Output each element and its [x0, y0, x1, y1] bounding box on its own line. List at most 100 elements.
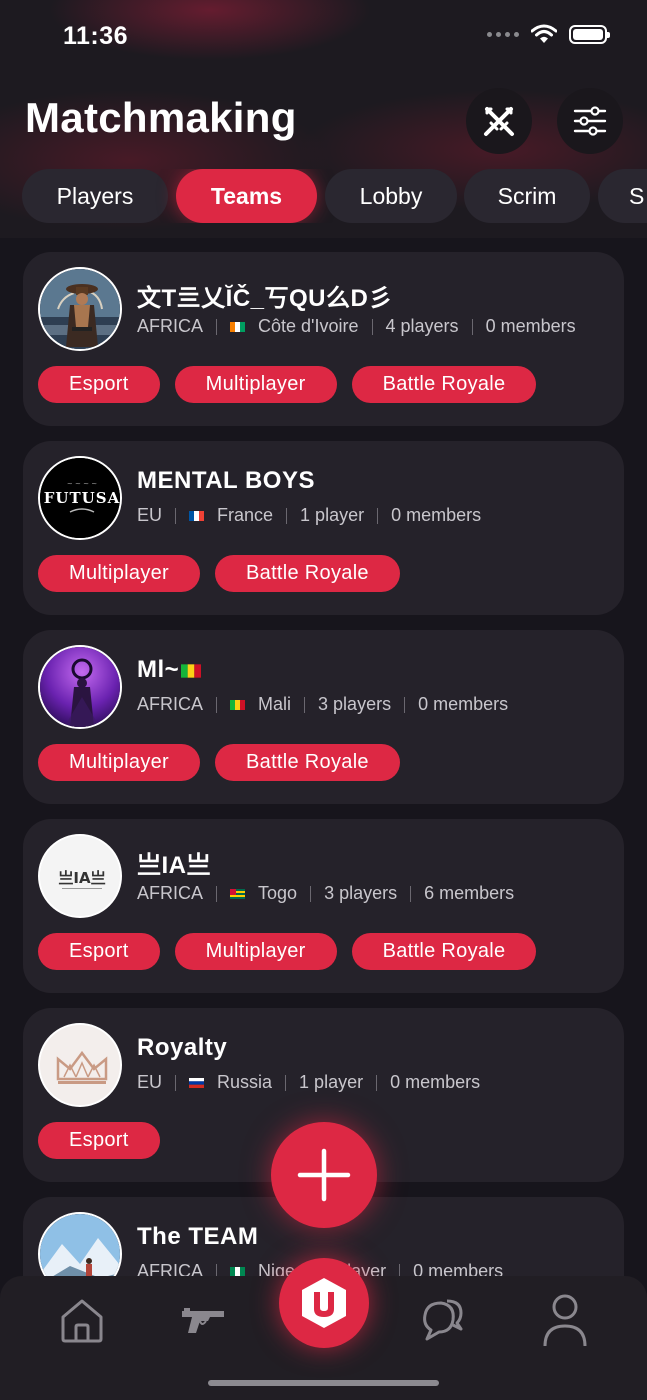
- bottom-tab-bar: [0, 1258, 647, 1400]
- team-players: 3 players: [324, 883, 398, 903]
- status-bar: 11:36: [0, 0, 647, 74]
- tag-battle-royale: Battle Royale: [351, 933, 537, 970]
- team-members: 0 members: [391, 505, 482, 525]
- team-region: EU: [137, 505, 163, 525]
- divider: [310, 885, 312, 902]
- team-avatar: ~ ~ ~ ~ FUTUSA: [38, 456, 122, 540]
- tag-multiplayer: Multiplayer: [38, 744, 200, 781]
- team-avatar: [38, 645, 122, 729]
- tabbar-chat[interactable]: [414, 1292, 470, 1348]
- flag-cote-divoire-icon: [230, 321, 246, 332]
- tabbar-app-logo[interactable]: [279, 1258, 369, 1348]
- team-card[interactable]: 亗IA亗 亗IA亗 AFRICA Togo 3 players 6 member…: [23, 819, 624, 993]
- tag-esport: Esport: [38, 933, 160, 970]
- tag-battle-royale: Battle Royale: [215, 555, 400, 592]
- flag-nigeria-icon: [230, 1266, 246, 1277]
- team-country: Russia: [217, 1072, 273, 1092]
- home-icon: [61, 1299, 103, 1343]
- flag-mali-icon: [230, 699, 246, 710]
- gun-icon: [182, 1308, 224, 1333]
- flag-mali-icon: [181, 663, 202, 678]
- tabbar-profile[interactable]: [537, 1292, 593, 1348]
- team-country: Mali: [258, 694, 292, 714]
- team-name: Royalty: [137, 1034, 228, 1061]
- tag-multiplayer: Multiplayer: [38, 555, 200, 592]
- divider: [285, 1074, 287, 1091]
- team-tags: Multiplayer Battle Royale: [38, 744, 400, 781]
- tab-teams[interactable]: Teams: [176, 169, 317, 223]
- tab-lobby[interactable]: Lobby: [325, 169, 457, 223]
- team-tags: Esport Multiplayer Battle Royale: [38, 933, 537, 970]
- category-tabs: Players Teams Lobby Scrim S: [22, 169, 647, 223]
- team-meta: AFRICA Togo 3 players 6 members: [137, 883, 514, 904]
- team-country: Togo: [258, 883, 298, 903]
- team-name: Ml~: [137, 656, 202, 684]
- divider: [404, 696, 406, 713]
- team-name: MENTAL BOYS: [137, 467, 315, 494]
- svg-text:~ ~ ~ ~: ~ ~ ~ ~: [67, 480, 97, 488]
- tag-battle-royale: Battle Royale: [215, 744, 400, 781]
- team-name: The TEAM: [137, 1223, 259, 1250]
- status-time: 11:36: [63, 22, 129, 50]
- create-team-button[interactable]: [271, 1122, 377, 1228]
- divider: [376, 1074, 378, 1091]
- divider: [371, 318, 373, 335]
- divider: [175, 1074, 177, 1091]
- flag-russia-icon: [189, 1077, 205, 1088]
- avatar-logo-text: 亗IA亗: [58, 869, 105, 887]
- team-avatar: [38, 1023, 122, 1107]
- team-members: 0 members: [390, 1072, 481, 1092]
- tag-multiplayer: Multiplayer: [174, 366, 337, 403]
- team-region: EU: [137, 1072, 163, 1092]
- team-meta: AFRICA Côte d'Ivoire 4 players 0 members: [137, 316, 576, 337]
- team-card[interactable]: 文T亖乂ĬČ_丂QU么D彡 AFRICA Côte d'Ivoire 4 pla…: [23, 252, 624, 426]
- tag-battle-royale: Battle Royale: [351, 366, 537, 403]
- divider: [410, 885, 412, 902]
- tag-esport: Esport: [38, 1122, 160, 1159]
- team-members: 0 members: [418, 694, 509, 714]
- tag-esport: Esport: [38, 366, 160, 403]
- battery-icon: [569, 24, 610, 44]
- swords-icon: [484, 107, 514, 136]
- team-tags: Esport Multiplayer Battle Royale: [38, 366, 537, 403]
- team-meta: EU Russia 1 player 0 members: [137, 1072, 480, 1093]
- divider: [216, 318, 218, 335]
- tabbar-weapons[interactable]: [175, 1292, 231, 1348]
- divider: [216, 885, 218, 902]
- team-players: 3 players: [318, 694, 392, 714]
- team-players: 1 player: [300, 505, 365, 525]
- team-players: 1 player: [299, 1072, 364, 1092]
- team-members: 0 members: [485, 316, 576, 336]
- team-avatar: 亗IA亗: [38, 834, 122, 918]
- divider: [377, 507, 379, 524]
- tab-scrim[interactable]: Scrim: [464, 169, 590, 223]
- team-card[interactable]: ~ ~ ~ ~ FUTUSA MENTAL BOYS EU France 1 p…: [23, 441, 624, 615]
- chat-bubbles-icon: [423, 1299, 463, 1341]
- signal-dots-icon: [487, 31, 519, 37]
- team-meta: EU France 1 player 0 members: [137, 505, 481, 526]
- divider: [286, 507, 288, 524]
- team-name: 文T亖乂ĬČ_丂QU么D彡: [137, 285, 393, 312]
- divider: [216, 696, 218, 713]
- team-members: 6 members: [424, 883, 515, 903]
- divider: [304, 696, 306, 713]
- swords-button[interactable]: [466, 88, 532, 154]
- team-meta: AFRICA Mali 3 players 0 members: [137, 694, 508, 715]
- team-region: AFRICA: [137, 694, 204, 714]
- team-avatar: [38, 267, 122, 351]
- team-name: 亗IA亗: [137, 852, 211, 879]
- page-title: Matchmaking: [25, 94, 297, 141]
- filter-sliders-icon: [573, 106, 607, 136]
- tab-players[interactable]: Players: [22, 169, 168, 223]
- home-indicator: [208, 1380, 439, 1386]
- team-region: AFRICA: [137, 316, 204, 336]
- team-card[interactable]: Ml~ AFRICA Mali 3 players 0 members Mult…: [23, 630, 624, 804]
- flag-togo-icon: [230, 888, 246, 899]
- tab-s[interactable]: S: [598, 169, 647, 223]
- flag-france-icon: [189, 510, 205, 521]
- filter-button[interactable]: [557, 88, 623, 154]
- team-region: AFRICA: [137, 883, 204, 903]
- tabbar-home[interactable]: [54, 1292, 110, 1348]
- divider: [471, 318, 473, 335]
- app-logo-icon: [302, 1278, 346, 1328]
